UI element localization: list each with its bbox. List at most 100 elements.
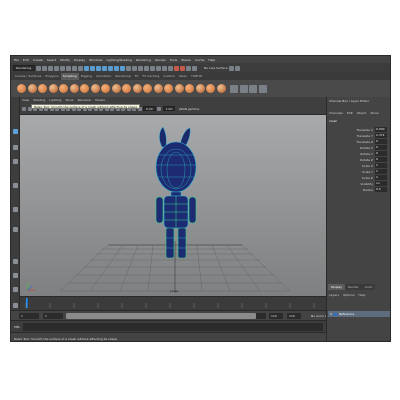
attr-radius[interactable]: Radius 0.5 [329, 187, 387, 192]
shelf-tab-animation[interactable]: Animation [94, 73, 113, 80]
mask-render-icon[interactable] [120, 65, 125, 71]
attr-translate-x[interactable]: Translate X 0.000 [329, 127, 387, 132]
menu-cache[interactable]: Cache [195, 58, 204, 62]
channel-menu-channels[interactable]: Channels [329, 111, 343, 115]
single-layout-icon[interactable] [13, 259, 18, 264]
lasso-tool-icon[interactable] [13, 145, 18, 150]
shelf-tab-xgen[interactable]: XGen [177, 73, 189, 80]
smear-brush-icon[interactable] [164, 84, 173, 93]
mask-handle-icon[interactable] [84, 65, 89, 71]
render-frame-icon[interactable] [174, 65, 179, 71]
snap-grid-icon[interactable] [126, 65, 131, 71]
scale-tool-icon[interactable] [13, 227, 18, 232]
imprint-brush-icon[interactable] [111, 84, 121, 93]
attr-rotate-z[interactable]: Rotate Z0 [329, 157, 387, 162]
layer-tab-display[interactable]: Display [328, 284, 346, 290]
relax-brush-icon[interactable] [38, 84, 47, 93]
layer-color-swatch[interactable] [334, 312, 338, 316]
paint-select-tool-icon[interactable] [13, 159, 18, 164]
animation-start-field[interactable]: 1 [19, 313, 39, 319]
playback-end-field[interactable]: 120 [269, 313, 283, 319]
sun-light-icon[interactable] [230, 84, 238, 93]
grab-brush-icon[interactable] [48, 84, 58, 93]
new-scene-icon[interactable] [36, 65, 41, 71]
sculpt-brush-icon[interactable] [17, 84, 26, 93]
menu-select[interactable]: Select [47, 58, 56, 62]
shelf-tab-polygons[interactable]: Polygons [43, 73, 60, 80]
attr-translate-z[interactable]: Translate Z0 [329, 139, 387, 144]
menuset-dropdown[interactable]: Rendering [13, 65, 35, 71]
character-mesh[interactable] [155, 126, 197, 259]
shelf-tab-fx-caching[interactable]: FX Caching [140, 73, 161, 80]
hypershade-icon[interactable] [192, 65, 197, 71]
channel-menu-show[interactable]: Show [370, 111, 378, 115]
menu-file[interactable]: File [14, 58, 19, 62]
live-surface-label[interactable]: No Live Surface [204, 66, 228, 70]
playback-start-field[interactable]: 1 [43, 313, 63, 319]
select-tool-icon[interactable] [13, 129, 18, 134]
layer-menu-options[interactable]: Options [343, 293, 355, 297]
convert-freeze-icon[interactable] [206, 84, 215, 93]
sidebar-toggle-icon[interactable] [234, 65, 240, 71]
smooth-brush-icon[interactable] [27, 84, 37, 93]
mask-curve-icon[interactable] [96, 65, 101, 71]
layer-menu-layers[interactable]: Layers [329, 293, 339, 297]
menu-windows[interactable]: Windows [89, 58, 102, 62]
snap-view-plane-icon[interactable] [144, 65, 149, 71]
attr-scale-y[interactable]: Scale Y1 [329, 169, 387, 174]
shelf-tab-fx[interactable]: FX [133, 73, 141, 80]
panel-menu-view[interactable]: View [22, 98, 29, 102]
input-ops-icon[interactable] [156, 65, 161, 71]
animation-end-field[interactable]: 120 [287, 313, 301, 319]
attr-rotate-x[interactable]: Rotate X0 [329, 145, 387, 150]
flatten-brush-icon[interactable] [69, 84, 79, 93]
panel-menu-panels[interactable]: Panels [95, 98, 105, 102]
menu-help[interactable]: Help [208, 58, 215, 62]
construction-history-icon[interactable] [168, 65, 173, 71]
move-tool-icon[interactable] [13, 183, 18, 188]
shelf-tab-turtle[interactable]: TURTLE [189, 73, 204, 80]
display-layer-row[interactable]: V Reference [328, 311, 390, 317]
range-slider-handle[interactable] [66, 313, 256, 319]
undo-icon[interactable] [54, 65, 59, 71]
mask-surface-icon[interactable] [102, 65, 107, 71]
attr-scale-z[interactable]: Scale Z1 [329, 175, 387, 180]
attr-translate-y[interactable]: Translate Y 2.372 [329, 133, 387, 138]
settings-icon[interactable] [258, 84, 267, 93]
pinch-brush-icon[interactable] [59, 84, 68, 93]
command-input[interactable] [23, 323, 323, 331]
bulge-brush-icon[interactable] [174, 84, 184, 93]
spray-brush-icon[interactable] [90, 84, 100, 93]
perspective-viewport[interactable]: persp [20, 115, 326, 296]
shelf-tab-sculpting[interactable]: Sculpting [60, 73, 79, 80]
layer-tab-anim[interactable]: Anim [361, 284, 376, 290]
shelf-tab-curves-surfaces[interactable]: Curves / Surfaces [13, 73, 43, 80]
layer-tab-render[interactable]: Render [345, 284, 362, 290]
mask-deform-icon[interactable] [108, 65, 113, 71]
freeze-brush-icon[interactable] [195, 84, 205, 93]
four-view-layout-icon[interactable] [13, 273, 18, 278]
channel-menu-edit[interactable]: Edit [347, 111, 353, 115]
panel-menu-shading[interactable]: Shading [33, 98, 45, 102]
mirror-icon[interactable] [239, 84, 248, 93]
save-scene-icon[interactable] [48, 65, 53, 71]
rotate-tool-icon[interactable] [13, 207, 18, 212]
menu-create[interactable]: Create [33, 58, 43, 62]
symmetry-icon[interactable] [228, 65, 234, 71]
fill-brush-icon[interactable] [143, 84, 152, 93]
panel-menu-renderer[interactable]: Renderer [78, 98, 92, 102]
menu-edit[interactable]: Edit [23, 58, 29, 62]
redo-icon[interactable] [60, 65, 65, 71]
select-component-icon[interactable] [78, 65, 83, 71]
layer-visibility-toggle[interactable]: V [330, 312, 332, 316]
stamp-icon[interactable] [249, 84, 257, 93]
snap-curve-icon[interactable] [132, 65, 137, 71]
persp-outliner-layout-icon[interactable] [13, 287, 18, 292]
channel-menu-object[interactable]: Object [357, 111, 367, 115]
menu-rendering[interactable]: Rendering [136, 58, 151, 62]
camera-select-icon[interactable] [22, 106, 26, 111]
attr-scale-x[interactable]: Scale X1 [329, 163, 387, 168]
mask-dynamic-icon[interactable] [114, 65, 119, 71]
mask-joint-icon[interactable] [90, 65, 95, 71]
repeat-brush-icon[interactable] [101, 84, 110, 93]
